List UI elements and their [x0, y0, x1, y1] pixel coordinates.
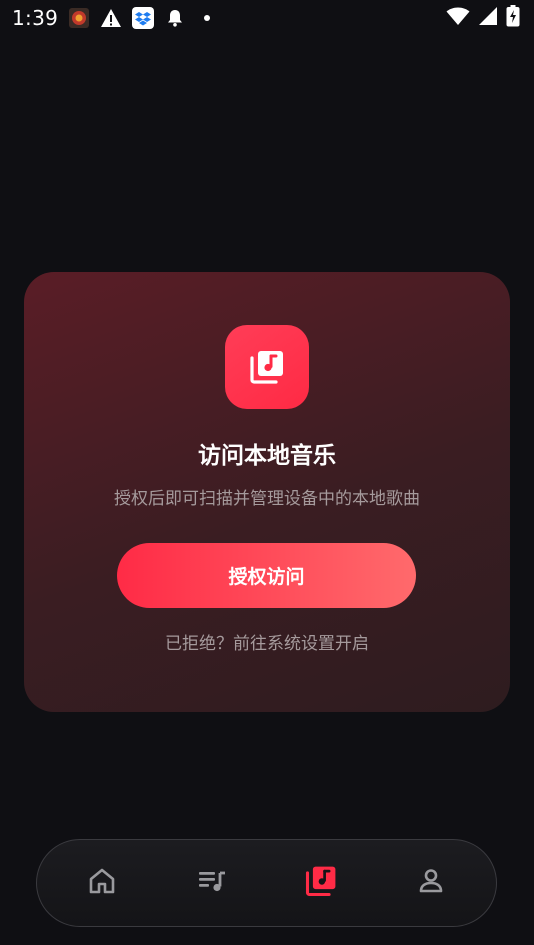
music-library-icon	[225, 325, 309, 409]
wifi-icon	[446, 6, 470, 30]
app-notification-icon	[68, 7, 90, 29]
grant-access-button[interactable]: 授权访问	[117, 543, 416, 608]
nav-item-home[interactable]	[70, 851, 134, 915]
status-time: 1:39	[12, 6, 59, 30]
status-bar-left: 1:39	[12, 6, 218, 30]
nav-item-profile[interactable]	[399, 851, 463, 915]
bottom-nav	[36, 839, 497, 927]
battery-charging-icon	[506, 5, 520, 31]
permission-card: 访问本地音乐 授权后即可扫描并管理设备中的本地歌曲 授权访问 已拒绝？前往系统设…	[24, 272, 510, 712]
open-settings-link[interactable]: 已拒绝？前往系统设置开启	[24, 629, 510, 654]
status-bar: 1:39	[0, 0, 534, 36]
home-icon	[87, 866, 117, 900]
bell-icon	[164, 7, 186, 29]
music-library-icon	[303, 863, 339, 903]
signal-icon	[478, 6, 498, 30]
dropbox-icon	[132, 7, 155, 29]
permission-title: 访问本地音乐	[198, 443, 336, 469]
playlist-icon	[197, 866, 227, 900]
dot-icon	[196, 7, 218, 29]
status-bar-right	[446, 5, 520, 31]
warning-icon	[100, 7, 122, 29]
nav-item-playlist[interactable]	[180, 851, 244, 915]
profile-icon	[416, 866, 446, 900]
screen: 1:39 访问本地音乐 授权后即可扫描并管理设备中的本地歌曲 授权访问 已拒绝？…	[0, 0, 534, 945]
permission-description: 授权后即可扫描并管理设备中的本地歌曲	[114, 489, 420, 509]
nav-item-local-music[interactable]	[289, 851, 353, 915]
